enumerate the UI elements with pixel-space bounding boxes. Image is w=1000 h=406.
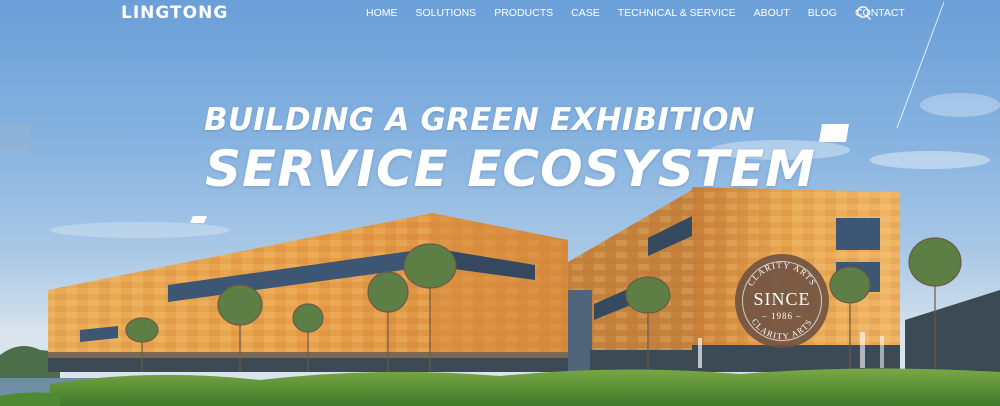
svg-text:CLARITY ARTS: CLARITY ARTS [745,260,818,288]
nav-about[interactable]: ABOUT [754,7,790,19]
since-1986-badge: CLARITY ARTS CLARITY ARTS SINCE – 1986 – [735,254,829,348]
nav-products[interactable]: PRODUCTS [494,7,553,19]
nav-solutions[interactable]: SOLUTIONS [416,7,477,19]
badge-year: – 1986 – [762,311,802,321]
hero-headline-line2: SERVICE ECOSYSTEM [205,140,816,198]
search-icon [857,6,871,20]
badge-since: SINCE [753,289,811,309]
nav-blog[interactable]: BLOG [808,7,837,19]
nav-home[interactable]: HOME [366,7,398,19]
hero-headline-line1: BUILDING A GREEN EXHIBITION [204,102,755,138]
search-button[interactable] [856,5,872,21]
hero-banner: LINGTONG HOME SOLUTIONS PRODUCTS CASE TE… [0,0,1000,406]
badge-arc-top: CLARITY ARTS [745,260,817,288]
nav-technical-service[interactable]: TECHNICAL & SERVICE [618,7,736,19]
nav-case[interactable]: CASE [571,7,600,19]
hero-background-photo [0,1,1000,406]
main-nav: HOME SOLUTIONS PRODUCTS CASE TECHNICAL &… [366,7,923,19]
site-logo[interactable]: LINGTONG [121,3,228,23]
site-header: LINGTONG HOME SOLUTIONS PRODUCTS CASE TE… [0,0,1000,28]
